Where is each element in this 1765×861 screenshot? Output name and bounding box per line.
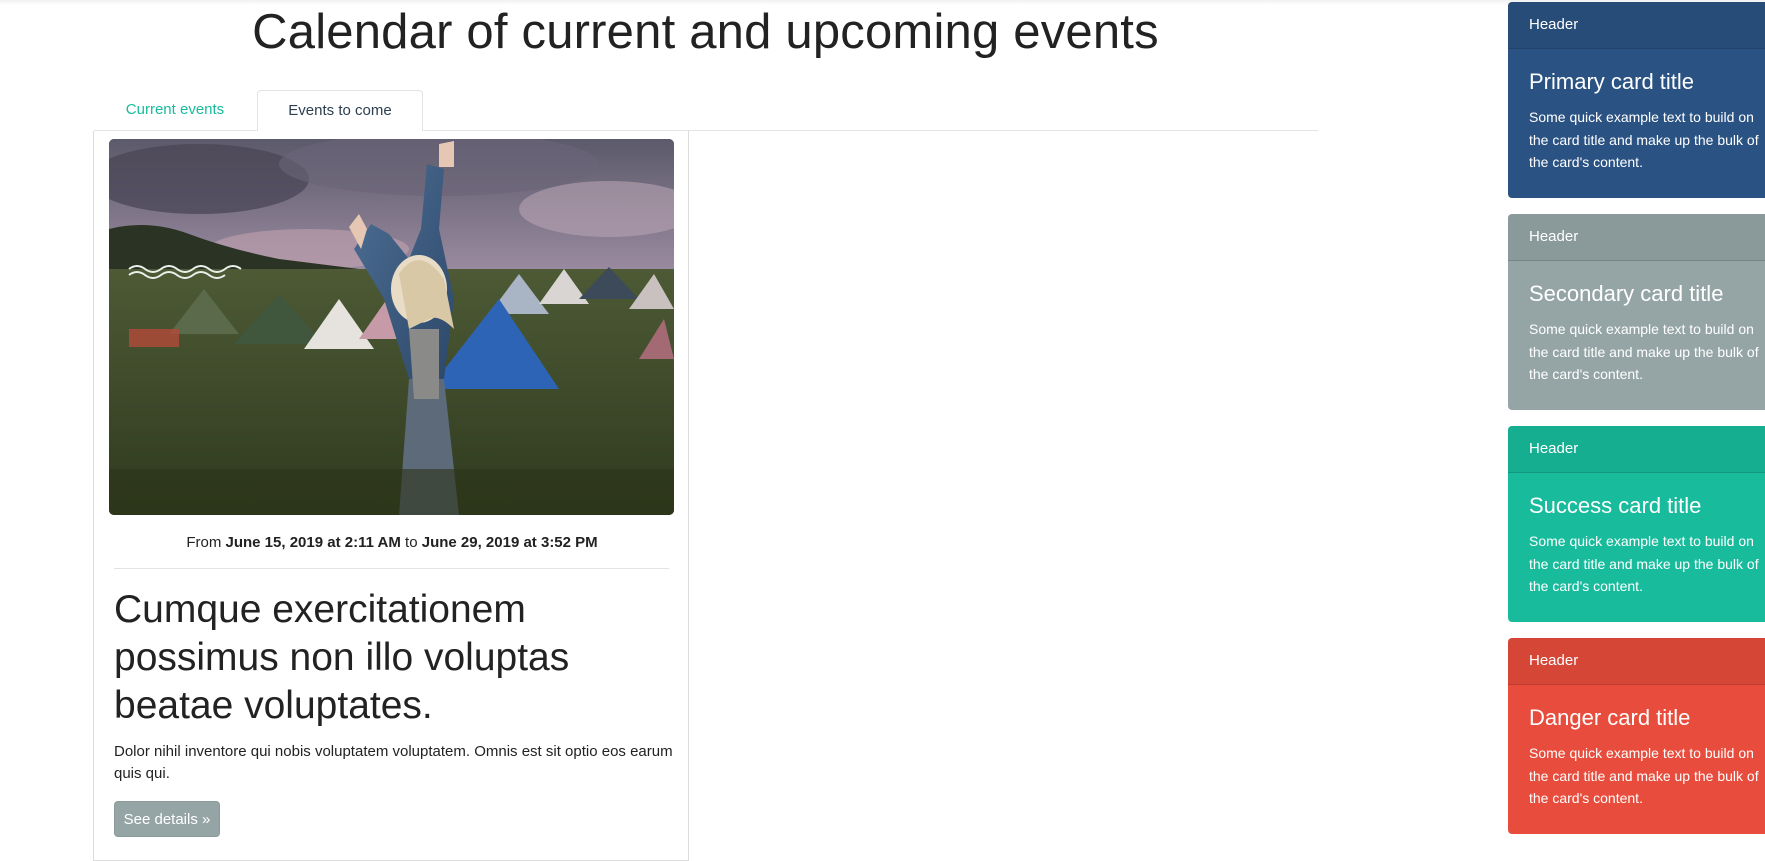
event-description: Dolor nihil inventore qui nobis voluptat… (114, 743, 673, 782)
success-card: Header Success card title Some quick exa… (1508, 426, 1765, 622)
event-dates: From June 15, 2019 at 2:11 AM to June 29… (94, 534, 690, 551)
tab-current-events[interactable]: Current events (94, 90, 256, 130)
page-title: Calendar of current and upcoming events (252, 5, 1159, 59)
from-label: From (186, 534, 222, 551)
card-header: Header (1508, 426, 1765, 473)
secondary-card: Header Secondary card title Some quick e… (1508, 214, 1765, 410)
card-text: Some quick example text to build on the … (1529, 321, 1759, 382)
tab-events-to-come[interactable]: Events to come (257, 90, 423, 131)
card-header: Header (1508, 638, 1765, 685)
card-text: Some quick example text to build on the … (1529, 109, 1759, 170)
end-date: June 29, 2019 at 3:52 PM (421, 534, 598, 551)
card-text: Some quick example text to build on the … (1529, 533, 1759, 594)
card-header: Header (1508, 2, 1765, 49)
card-text: Some quick example text to build on the … (1529, 745, 1759, 806)
card-header: Header (1508, 214, 1765, 261)
danger-card: Header Danger card title Some quick exam… (1508, 638, 1765, 834)
primary-card: Header Primary card title Some quick exa… (1508, 2, 1765, 198)
event-title: Cumque exercitationem possimus non illo … (114, 588, 570, 727)
see-details-button[interactable]: See details » (114, 801, 220, 837)
divider (114, 568, 669, 569)
event-tabs: Current events Events to come (94, 90, 1318, 131)
card-title: Danger card title (1529, 705, 1691, 730)
card-title: Primary card title (1529, 69, 1695, 94)
card-title: Success card title (1529, 493, 1702, 518)
event-image (109, 139, 674, 515)
to-label: to (405, 534, 418, 551)
event-card: From June 15, 2019 at 2:11 AM to June 29… (93, 131, 689, 861)
start-date: June 15, 2019 at 2:11 AM (225, 534, 401, 551)
card-title: Secondary card title (1529, 281, 1724, 306)
